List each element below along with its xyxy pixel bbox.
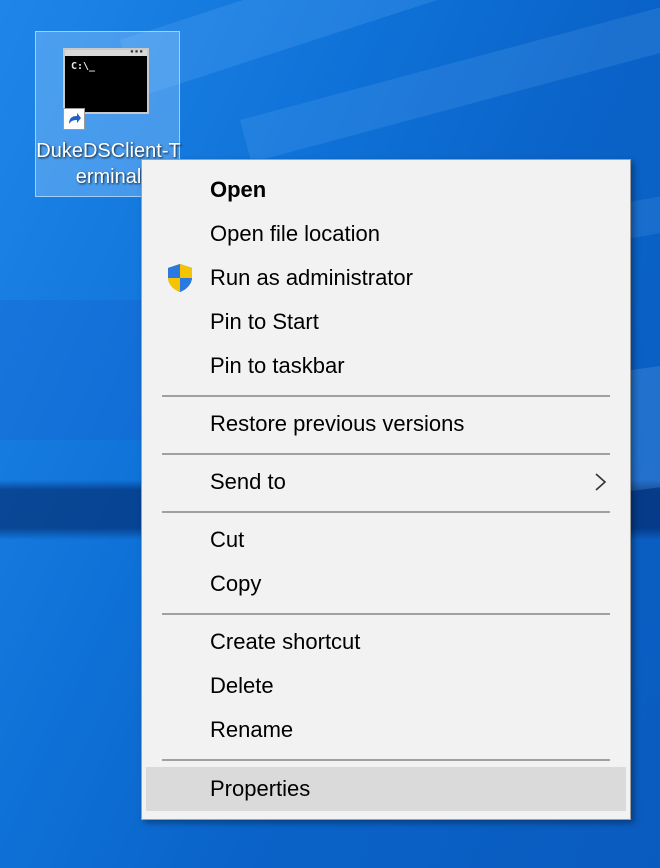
menu-separator bbox=[162, 613, 610, 615]
menu-separator bbox=[162, 395, 610, 397]
menu-item-label: Open bbox=[210, 177, 267, 202]
menu-separator bbox=[162, 453, 610, 455]
menu-item-label: Cut bbox=[210, 527, 245, 552]
menu-item-run-as-administrator[interactable]: Run as administrator bbox=[146, 257, 626, 299]
menu-item-label: Delete bbox=[210, 673, 274, 698]
context-menu: Open Open file location Run as administr… bbox=[141, 159, 631, 820]
menu-item-label: Run as administrator bbox=[210, 265, 413, 290]
menu-item-create-shortcut[interactable]: Create shortcut bbox=[146, 621, 626, 663]
menu-item-cut[interactable]: Cut bbox=[146, 519, 626, 561]
menu-item-properties[interactable]: Properties bbox=[146, 767, 626, 811]
menu-item-restore-previous-versions[interactable]: Restore previous versions bbox=[146, 403, 626, 445]
command-prompt-titlebar: ▪▪▪ bbox=[65, 48, 147, 56]
menu-item-delete[interactable]: Delete bbox=[146, 665, 626, 707]
menu-item-label: Copy bbox=[210, 571, 262, 596]
menu-item-label: Rename bbox=[210, 717, 294, 742]
menu-item-open-file-location[interactable]: Open file location bbox=[146, 213, 626, 255]
menu-item-label: Pin to taskbar bbox=[210, 353, 345, 378]
chevron-right-icon bbox=[595, 473, 607, 491]
menu-item-open[interactable]: Open bbox=[146, 169, 626, 211]
menu-item-pin-to-taskbar[interactable]: Pin to taskbar bbox=[146, 345, 626, 387]
menu-item-copy[interactable]: Copy bbox=[146, 563, 626, 605]
menu-item-label: Open file location bbox=[210, 221, 380, 246]
menu-item-label: Pin to Start bbox=[210, 309, 319, 334]
menu-item-label: Send to bbox=[210, 469, 286, 494]
menu-item-rename[interactable]: Rename bbox=[146, 709, 626, 751]
menu-item-pin-to-start[interactable]: Pin to Start bbox=[146, 301, 626, 343]
uac-shield-icon bbox=[168, 264, 192, 292]
shortcut-arrow-icon bbox=[63, 108, 85, 130]
command-prompt-icon: ▪▪▪ C:\_ bbox=[63, 48, 149, 114]
wallpaper-light-beam bbox=[0, 300, 160, 440]
menu-separator bbox=[162, 759, 610, 761]
menu-item-send-to[interactable]: Send to bbox=[146, 461, 626, 503]
menu-item-label: Properties bbox=[210, 776, 311, 801]
menu-separator bbox=[162, 511, 610, 513]
menu-item-label: Create shortcut bbox=[210, 629, 361, 654]
window-controls-icon: ▪▪▪ bbox=[130, 48, 144, 55]
prompt-text: C:\_ bbox=[71, 61, 96, 72]
menu-item-label: Restore previous versions bbox=[210, 411, 465, 436]
